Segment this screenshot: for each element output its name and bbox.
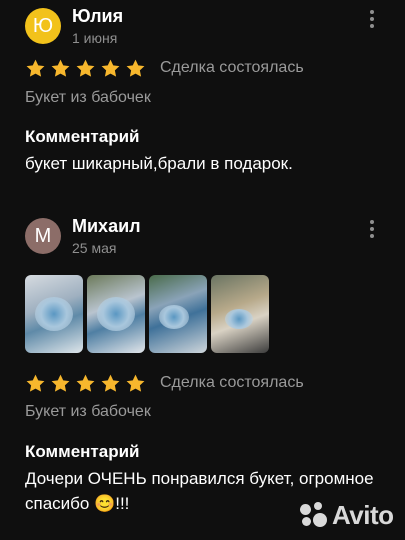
star-icon (100, 58, 121, 79)
comment-text: букет шикарный,брали в подарок. (25, 154, 293, 173)
avito-watermark: Avito (300, 500, 394, 531)
star-icon (75, 373, 96, 394)
star-icon (100, 373, 121, 394)
avito-brand-text: Avito (332, 500, 394, 530)
rating-row: Сделка состоялась (25, 57, 304, 79)
avatar[interactable]: Ю (25, 8, 61, 44)
deal-status: Сделка состоялась (160, 374, 304, 391)
star-icon (75, 58, 96, 79)
review-date: 25 мая (72, 240, 117, 256)
review-photos (25, 275, 273, 353)
product-name[interactable]: Букет из бабочек (25, 89, 151, 107)
rating-row: Сделка состоялась (25, 372, 304, 394)
star-icon (25, 373, 46, 394)
review-author[interactable]: Юлия (72, 6, 123, 27)
more-vertical-icon[interactable] (362, 218, 382, 240)
avito-logo-icon (300, 501, 328, 530)
review-photo-thumbnail[interactable] (87, 275, 145, 353)
review-date: 1 июня (72, 30, 118, 46)
comment-title: Комментарий (25, 442, 140, 461)
product-name[interactable]: Букет из бабочек (25, 403, 151, 421)
comment-title: Комментарий (25, 127, 140, 146)
review-photo-thumbnail[interactable] (211, 275, 269, 353)
review-photo-thumbnail[interactable] (149, 275, 207, 353)
review-photo-thumbnail[interactable] (25, 275, 83, 353)
star-icon (125, 58, 146, 79)
more-vertical-icon[interactable] (362, 8, 382, 30)
review-author[interactable]: Михаил (72, 216, 141, 237)
deal-status: Сделка состоялась (160, 59, 304, 76)
star-rating (25, 373, 150, 394)
avatar[interactable]: М (25, 218, 61, 254)
star-icon (25, 58, 46, 79)
star-icon (50, 373, 71, 394)
star-rating (25, 58, 150, 79)
star-icon (50, 58, 71, 79)
star-icon (125, 373, 146, 394)
